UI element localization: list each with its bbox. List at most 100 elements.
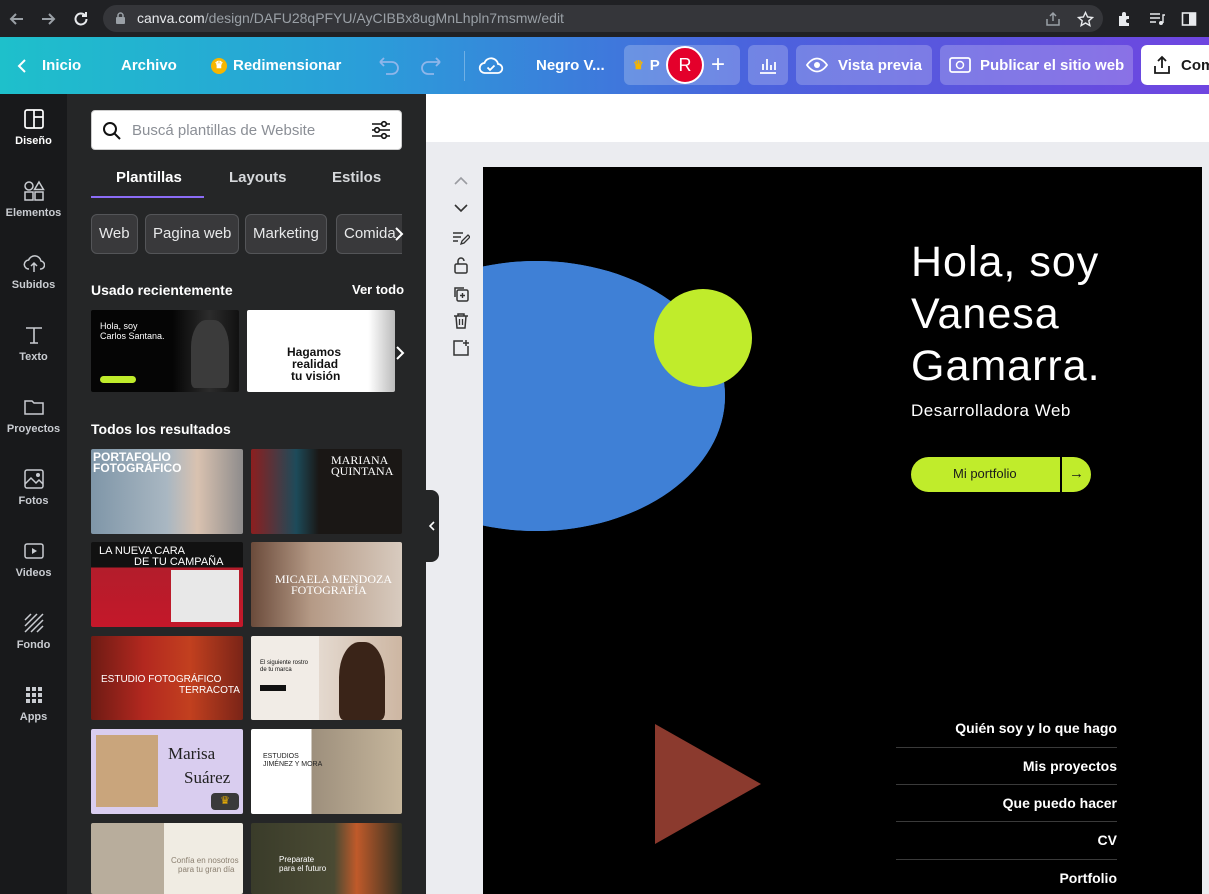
template-text: Hola, soy	[100, 321, 138, 331]
chip-pagina-web[interactable]: Pagina web	[145, 214, 240, 254]
arrow-right-icon: →	[1069, 465, 1084, 482]
template-marisa-suarez[interactable]: Marisa Suárez ♛	[91, 729, 243, 814]
template-portafolio-fotografico[interactable]: PORTAFOLIO FOTOGRÁFICO	[91, 449, 243, 534]
template-text: TERRACOTA	[179, 685, 240, 696]
portrait-silhouette	[339, 642, 385, 720]
reload-icon[interactable]	[70, 8, 92, 30]
template-terracota[interactable]: ESTUDIO FOTOGRÁFICO TERRACOTA	[91, 636, 243, 720]
text-icon	[25, 327, 42, 344]
document-title[interactable]: Negro V...	[536, 37, 605, 94]
home-button[interactable]: Inicio	[16, 37, 81, 94]
template-micaela-mendoza[interactable]: MICAELA MENDOZA FOTOGRAFÍA	[251, 542, 402, 627]
rail-item-apps[interactable]: Apps	[0, 684, 67, 748]
redo-icon	[421, 56, 441, 75]
publish-label: Publicar el sitio web	[980, 56, 1125, 74]
rail-item-diseno[interactable]: Diseño	[0, 108, 67, 172]
resize-label: Redimensionar	[233, 57, 342, 74]
template-preparate-futuro[interactable]: Preparate para el futuro	[251, 823, 402, 894]
redo-button[interactable]	[418, 37, 448, 94]
file-label: Archivo	[121, 57, 177, 74]
search-placeholder: Buscá plantillas de Website	[132, 122, 316, 139]
tab-plantillas[interactable]: Plantillas	[116, 169, 182, 186]
design-page[interactable]: Hola, soy Vanesa Gamarra. Desarrolladora…	[483, 167, 1202, 894]
collapse-panel-handle[interactable]	[426, 490, 439, 562]
publish-website-button[interactable]: Publicar el sitio web	[940, 45, 1133, 85]
move-page-down-button[interactable]	[451, 198, 471, 218]
template-mariana-quintana[interactable]: MARIANA QUINTANA	[251, 449, 402, 534]
nav-link-proyectos[interactable]: Mis proyectos	[1023, 758, 1117, 774]
portfolio-cta-button[interactable]: Mi portfolio →	[911, 457, 1091, 492]
delete-page-button[interactable]	[451, 311, 471, 331]
back-arrow-icon[interactable]	[6, 8, 28, 30]
rail-item-texto[interactable]: Texto	[0, 324, 67, 388]
crown-icon: ♛	[633, 58, 644, 72]
tab-estilos[interactable]: Estilos	[332, 169, 381, 186]
avatar[interactable]: R	[666, 46, 704, 84]
editor-top-bar: Inicio Archivo ♛ Redimensionar Negro V...…	[0, 37, 1209, 94]
template-siguiente-rostro[interactable]: El siguiente rostro de tu marca	[251, 636, 402, 720]
recent-section-title: Usado recientemente	[91, 282, 233, 298]
chip-marketing[interactable]: Marketing	[245, 214, 327, 254]
play-triangle-shape[interactable]	[655, 724, 761, 844]
nav-link-quien-soy[interactable]: Quién soy y lo que hago	[955, 720, 1117, 736]
templates-panel: Buscá plantillas de Website Plantillas L…	[67, 94, 426, 894]
analytics-button[interactable]	[748, 45, 788, 85]
undo-button[interactable]	[372, 37, 402, 94]
see-all-link[interactable]: Ver todo	[352, 282, 404, 297]
duplicate-page-button[interactable]	[451, 284, 471, 304]
bookmark-star-icon[interactable]	[1074, 8, 1096, 30]
template-text: para el futuro	[279, 864, 327, 873]
template-estudios-jimenez[interactable]: ESTUDIOS JIMÉNEZ Y MORA	[251, 729, 402, 814]
rail-label: Videos	[15, 567, 52, 579]
chevron-right-icon[interactable]	[392, 225, 406, 243]
media-queue-icon[interactable]	[1146, 8, 1168, 30]
address-bar[interactable]: canva.com/design/DAFU28qPFYU/AyCIBBx8ugM…	[103, 5, 1103, 32]
share-button[interactable]: Com	[1141, 45, 1209, 85]
nav-link-que-puedo-hacer[interactable]: Que puedo hacer	[1003, 795, 1117, 811]
move-page-up-button[interactable]	[451, 171, 471, 191]
file-menu-button[interactable]: Archivo	[121, 37, 177, 94]
chevron-right-icon[interactable]	[393, 344, 407, 362]
rail-item-fondo[interactable]: Fondo	[0, 612, 67, 676]
chip-web[interactable]: Web	[91, 214, 138, 254]
template-search-input[interactable]: Buscá plantillas de Website	[91, 110, 402, 150]
add-collaborator-button[interactable]: +	[711, 51, 725, 79]
forward-arrow-icon[interactable]	[37, 8, 59, 30]
nav-link-portfolio[interactable]: Portfolio	[1059, 870, 1117, 886]
rail-item-elementos[interactable]: Elementos	[0, 180, 67, 244]
extensions-puzzle-icon[interactable]	[1114, 8, 1136, 30]
bar-chart-icon	[760, 59, 776, 74]
template-gran-dia[interactable]: Confía en nosotros para tu gran día	[91, 823, 243, 894]
photo-icon	[23, 469, 44, 489]
add-page-button[interactable]	[451, 338, 471, 358]
recent-template-vision[interactable]: Hagamos realidad tu visión	[247, 310, 395, 392]
rail-item-proyectos[interactable]: Proyectos	[0, 396, 67, 460]
side-panel-icon[interactable]	[1178, 8, 1200, 30]
lime-circle-shape[interactable]	[654, 289, 752, 387]
page-notes-button[interactable]	[451, 228, 471, 248]
pro-button[interactable]: ♛ P	[624, 45, 668, 85]
recent-template-carlos[interactable]: Hola, soy Carlos Santana.	[91, 310, 239, 392]
nav-link-cv[interactable]: CV	[1098, 832, 1117, 848]
resize-button[interactable]: ♛ Redimensionar	[211, 37, 341, 94]
hero-heading[interactable]: Hola, soy Vanesa Gamarra.	[911, 236, 1101, 392]
preview-label: Vista previa	[838, 56, 922, 74]
rail-label: Fotos	[18, 495, 49, 507]
rail-item-videos[interactable]: Videos	[0, 540, 67, 604]
home-label: Inicio	[42, 57, 82, 74]
url-path: /design/DAFU28qPFYU/AyCIBBx8ugMnLhpln7ms…	[204, 10, 564, 26]
cta-label: Mi portfolio	[953, 466, 1017, 481]
template-text: Confía en nosotros	[171, 856, 239, 865]
template-text: Preparate	[279, 855, 315, 864]
lock-page-button[interactable]	[451, 255, 471, 275]
rail-label: Proyectos	[6, 423, 61, 435]
filter-sliders-icon[interactable]	[371, 120, 391, 140]
hero-subtitle[interactable]: Desarrolladora Web	[911, 401, 1071, 421]
preview-button[interactable]: Vista previa	[796, 45, 932, 85]
share-page-icon[interactable]	[1042, 8, 1064, 30]
cloud-save-button[interactable]	[478, 37, 504, 94]
template-nueva-cara[interactable]: LA NUEVA CARA DE TU CAMPAÑA	[91, 542, 243, 627]
rail-item-subidos[interactable]: Subidos	[0, 252, 67, 316]
tab-layouts[interactable]: Layouts	[229, 169, 287, 186]
rail-item-fotos[interactable]: Fotos	[0, 468, 67, 532]
